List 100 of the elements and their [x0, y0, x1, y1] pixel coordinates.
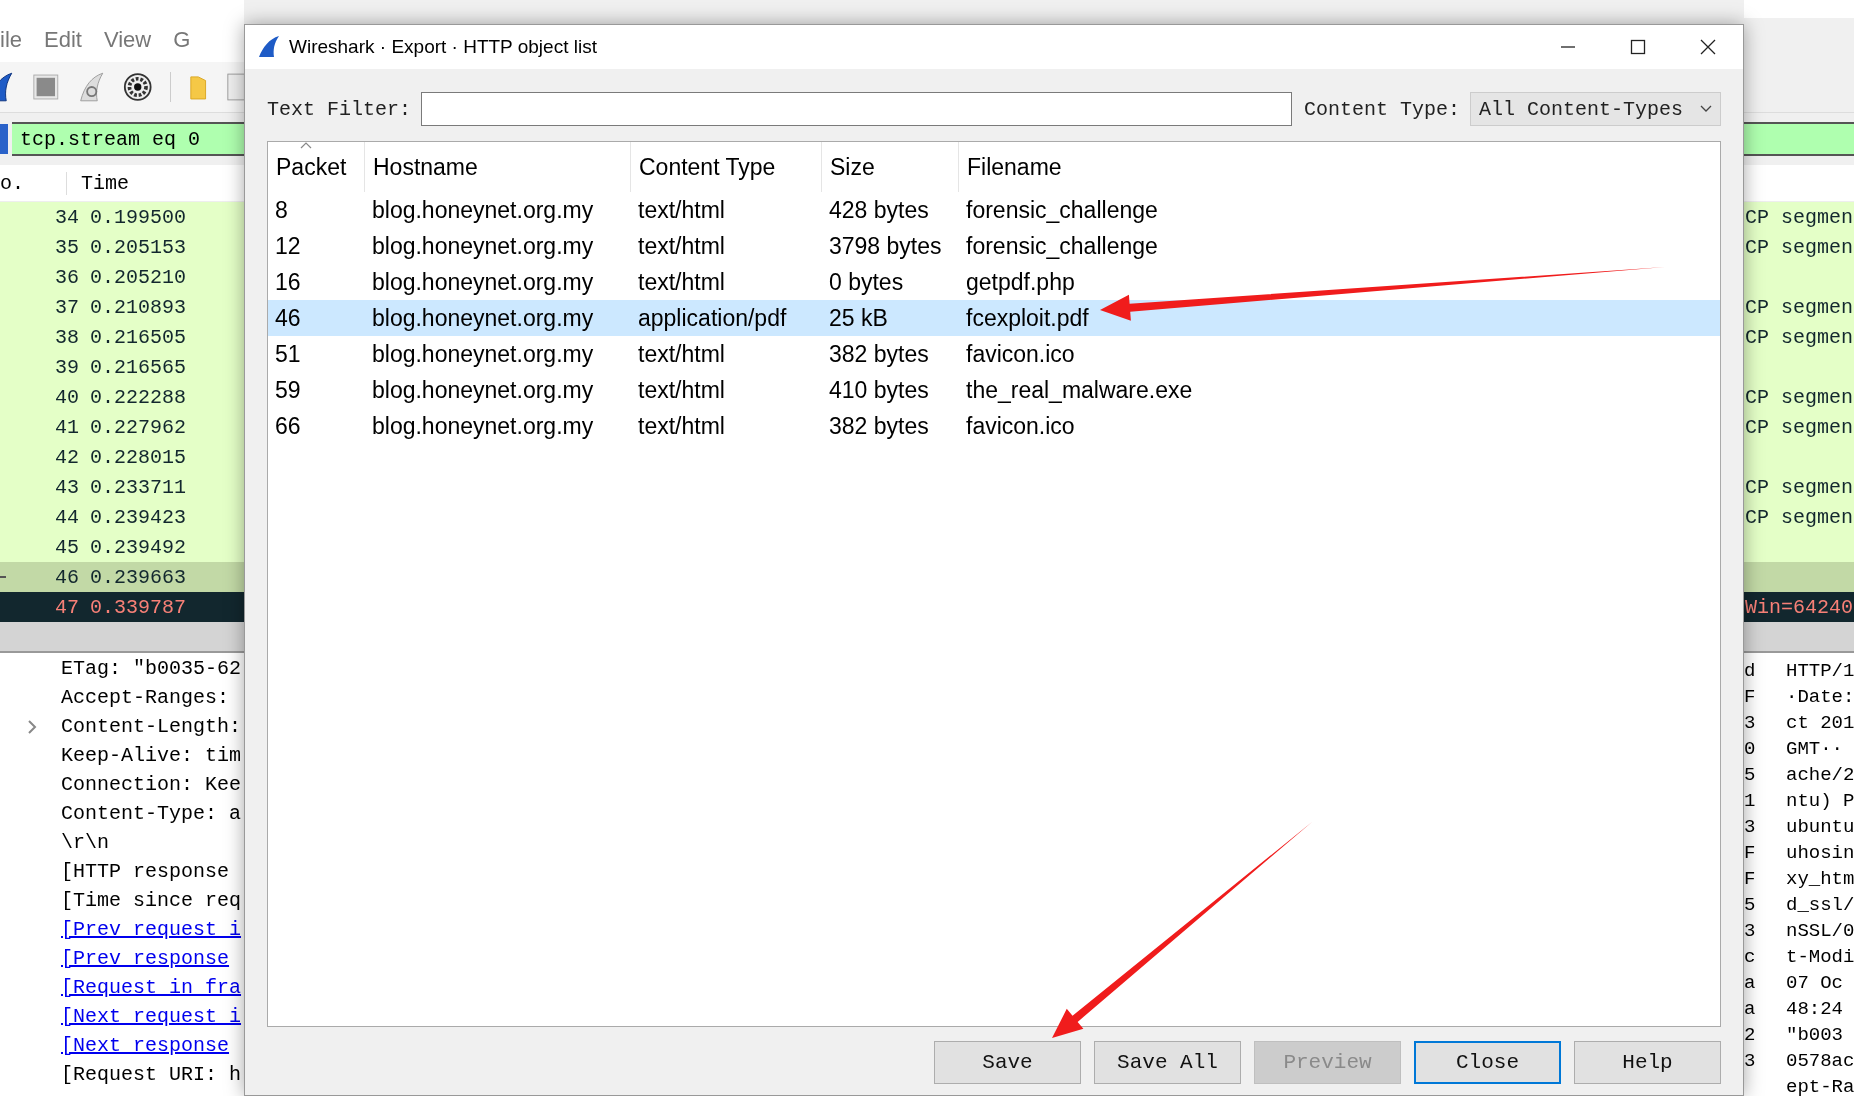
column-header[interactable]: Packet — [268, 142, 365, 192]
menu-item[interactable]: View — [103, 27, 152, 53]
object-row[interactable]: 59 blog.honeynet.org.my text/html 410 bytes the_real_malware.exe — [268, 372, 1720, 408]
packet-detail-link[interactable]: [Prev request i — [61, 918, 242, 941]
packet-row[interactable]: 36 0.205210 — [0, 262, 244, 292]
window-title: Wireshark · Export · HTTP object list — [289, 36, 597, 58]
ascii-text: ntu) P — [1786, 790, 1854, 812]
packet-row[interactable]: 35 0.205153 — [0, 232, 244, 262]
ascii-text: ache/2 — [1786, 764, 1854, 786]
column-header[interactable]: Time — [81, 171, 129, 195]
packet-detail-field[interactable]: ETag: "b0035-62 — [61, 657, 242, 680]
packet-row[interactable]: 38 0.216505 — [0, 322, 244, 352]
packet-detail-field[interactable]: Content-Type: a — [61, 802, 242, 825]
text-filter-field[interactable] — [421, 92, 1292, 126]
ascii-text: ept-Ra — [1786, 1076, 1854, 1096]
ascii-text: t-Modi — [1786, 946, 1854, 968]
packet-row[interactable]: 42 0.228015 — [0, 442, 244, 472]
packet-row[interactable]: 47 0.339787 — [0, 592, 244, 622]
ascii-text: d_ssl/ — [1786, 894, 1854, 916]
hex-text: 3 — [1744, 920, 1756, 942]
hex-text: 3 — [1744, 1050, 1756, 1072]
packet-detail-link[interactable]: [Next request i — [61, 1005, 242, 1028]
hex-text: d — [1744, 660, 1756, 682]
chevron-down-icon — [1700, 105, 1712, 113]
expand-chevron-icon[interactable] — [27, 718, 37, 735]
hex-text: 0 — [1744, 738, 1756, 760]
object-row[interactable]: 8 blog.honeynet.org.my text/html 428 bytes forensic_challenge — [268, 192, 1720, 228]
packet-row[interactable]: 37 0.210893 — [0, 292, 244, 322]
ascii-text: GMT·· — [1786, 738, 1843, 760]
hex-text: c — [1744, 946, 1756, 968]
packet-row[interactable]: 45 0.239492 — [0, 532, 244, 562]
packet-detail-field[interactable]: Connection: Kee — [61, 773, 242, 796]
display-filter-field[interactable] — [1744, 122, 1854, 156]
gear-icon[interactable] — [122, 71, 153, 103]
menu-item[interactable]: ile — [0, 27, 22, 53]
hex-text: a — [1744, 972, 1756, 994]
packet-row[interactable]: 46 0.239663 — [0, 562, 244, 592]
ascii-text: nSSL/0 — [1786, 920, 1854, 942]
text-filter-label: Text Filter: — [267, 97, 412, 121]
hex-text: 3 — [1744, 712, 1756, 734]
ascii-text: 48:24 — [1786, 998, 1843, 1020]
packet-detail-field[interactable]: [Time since req — [61, 889, 242, 912]
horizontal-scrollbar[interactable] — [0, 622, 244, 653]
packet-row[interactable]: 44 0.239423 — [0, 502, 244, 532]
packet-detail-field[interactable]: Accept-Ranges: — [61, 686, 230, 709]
packet-row[interactable]: 39 0.216565 — [0, 352, 244, 382]
hex-text: 3 — [1744, 816, 1756, 838]
content-type-label: Content Type: — [1303, 97, 1460, 121]
hex-text: F — [1744, 842, 1756, 864]
packet-detail-field[interactable]: Content-Length: — [61, 715, 242, 738]
packet-detail-field[interactable]: [Request URI: h — [61, 1063, 242, 1086]
packet-row[interactable]: 40 0.222288 — [0, 382, 244, 412]
hex-text: F — [1744, 686, 1756, 708]
object-row[interactable]: 51 blog.honeynet.org.my text/html 382 bytes favicon.ico — [268, 336, 1720, 372]
ascii-text: 07 Oc — [1786, 972, 1843, 994]
menu-item[interactable]: Edit — [44, 27, 82, 53]
packet-row[interactable]: 34 0.199500 — [0, 202, 244, 232]
hex-text: 2 — [1744, 1024, 1756, 1046]
ascii-text: xy_htm — [1786, 868, 1854, 890]
object-row[interactable]: 46 blog.honeynet.org.my application/pdf 25 kB fcexploit.pdf — [268, 300, 1720, 336]
stop-icon[interactable] — [31, 72, 60, 102]
restart-fin-icon[interactable] — [77, 70, 105, 104]
ascii-text: ·Date: — [1786, 686, 1854, 708]
ascii-text: ubuntu — [1786, 816, 1854, 838]
object-row[interactable]: 66 blog.honeynet.org.my text/html 382 bytes favicon.ico — [268, 408, 1720, 444]
packet-detail-link[interactable]: [Next response — [61, 1034, 230, 1057]
hex-text: 5 — [1744, 894, 1756, 916]
display-filter-field[interactable]: tcp.stream eq 0 — [12, 122, 244, 156]
column-header[interactable]: Filename — [959, 142, 1720, 192]
help-button[interactable]: Help — [1574, 1041, 1721, 1084]
packet-row[interactable]: 41 0.227962 — [0, 412, 244, 442]
ascii-text: ct 201 — [1786, 712, 1854, 734]
hex-text: F — [1744, 868, 1756, 890]
save-button[interactable]: Save — [934, 1041, 1081, 1084]
content-type-dropdown[interactable]: All Content-Types — [1470, 92, 1721, 126]
hex-text: a — [1744, 998, 1756, 1020]
packet-detail-field[interactable]: \r\n — [61, 831, 109, 854]
close-button[interactable]: Close — [1414, 1041, 1561, 1084]
hex-text: 1 — [1744, 790, 1756, 812]
object-row[interactable]: 16 blog.honeynet.org.my text/html 0 bytes getpdf.php — [268, 264, 1720, 300]
object-row[interactable]: 12 blog.honeynet.org.my text/html 3798 bytes forensic_challenge — [268, 228, 1720, 264]
packet-detail-link[interactable]: [Prev response — [61, 947, 230, 970]
packet-detail-field[interactable]: [HTTP response — [61, 860, 230, 883]
packet-detail-field[interactable]: Keep-Alive: tim — [61, 744, 242, 767]
save-all-button[interactable]: Save All — [1094, 1041, 1241, 1084]
horizontal-scrollbar[interactable] — [1744, 622, 1854, 653]
column-header[interactable]: Hostname — [365, 142, 631, 192]
packet-detail-link[interactable]: [Request in fra — [61, 976, 242, 999]
ascii-text: 0578ac — [1786, 1050, 1854, 1072]
column-header[interactable]: Size — [822, 142, 959, 192]
close-icon[interactable] — [1700, 39, 1716, 55]
maximize-icon[interactable] — [1630, 39, 1646, 55]
ascii-text: "b003 — [1786, 1024, 1843, 1046]
ascii-text: uhosin — [1786, 842, 1854, 864]
ascii-text: HTTP/1 — [1786, 660, 1854, 682]
shark-fin-icon — [257, 35, 281, 59]
column-header[interactable]: o. — [0, 171, 67, 195]
column-header[interactable]: Content Type — [631, 142, 822, 192]
menu-item[interactable]: G — [173, 27, 191, 53]
packet-row[interactable]: 43 0.233711 — [0, 472, 244, 502]
